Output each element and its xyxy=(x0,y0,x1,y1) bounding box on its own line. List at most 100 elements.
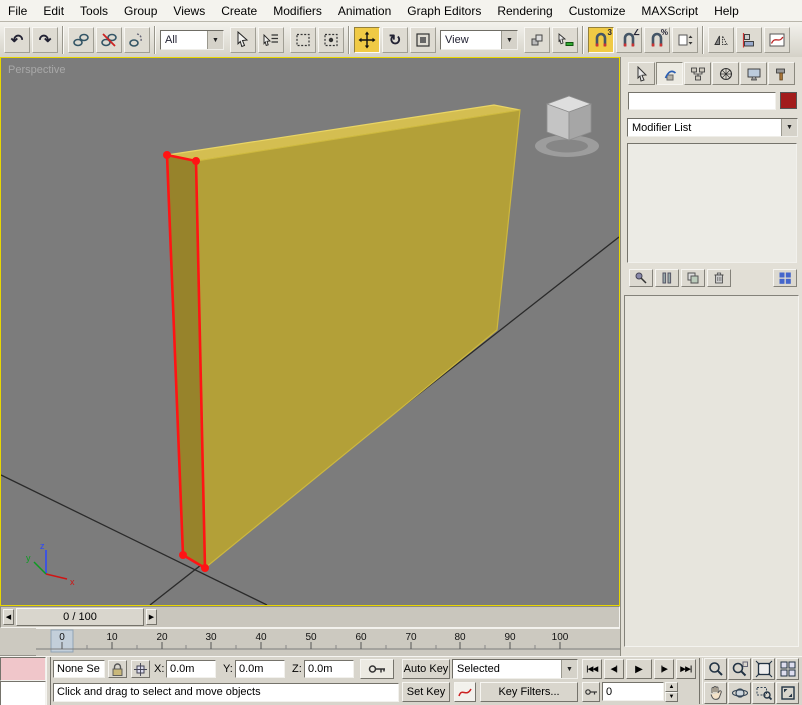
mirror-button[interactable] xyxy=(708,27,734,53)
time-slider-next-button[interactable]: ▶ xyxy=(146,609,157,625)
zoom-all-button[interactable] xyxy=(728,658,751,680)
rectangular-selection-region-button[interactable] xyxy=(290,27,316,53)
tab-hierarchy[interactable] xyxy=(684,62,711,85)
maximize-viewport-toggle[interactable] xyxy=(776,682,799,704)
viewport-perspective[interactable]: z y x Perspective xyxy=(0,57,620,606)
object-color-swatch[interactable] xyxy=(780,92,797,109)
use-pivot-point-center-button[interactable] xyxy=(524,27,550,53)
goto-end-button[interactable]: ▶▶| xyxy=(676,659,696,679)
chevron-down-icon[interactable]: ▼ xyxy=(781,119,797,136)
select-and-move-button[interactable] xyxy=(354,27,380,53)
remove-modifier-button[interactable] xyxy=(707,269,731,287)
menu-modifiers[interactable]: Modifiers xyxy=(265,2,330,20)
menu-tools[interactable]: Tools xyxy=(72,2,116,20)
time-slider-prev-button[interactable]: ◀ xyxy=(3,609,14,625)
rollout-area xyxy=(624,295,799,647)
viewport-label[interactable]: Perspective xyxy=(8,64,65,76)
set-keys-button[interactable] xyxy=(360,659,394,679)
selection-filter-dropdown[interactable]: All▼ xyxy=(160,30,224,50)
y-coordinate-field[interactable] xyxy=(235,660,285,678)
track-bar[interactable]: 0 10 20 30 40 50 60 70 80 90 100 xyxy=(0,628,620,656)
time-slider-track[interactable]: ◀ 0 / 100 ▶ xyxy=(0,606,620,628)
angle-snap-toggle-button[interactable]: ∠ xyxy=(616,27,642,53)
menu-graph-editors[interactable]: Graph Editors xyxy=(399,2,489,20)
menu-edit[interactable]: Edit xyxy=(35,2,72,20)
menu-animation[interactable]: Animation xyxy=(330,2,399,20)
ruler-tick-label: 10 xyxy=(106,632,118,643)
undo-button[interactable]: ↶ xyxy=(4,27,30,53)
x-coordinate-field[interactable] xyxy=(166,660,216,678)
play-button[interactable]: ▶ xyxy=(626,659,652,679)
select-and-link-button[interactable] xyxy=(68,27,94,53)
pan-view-button[interactable] xyxy=(704,682,727,704)
menu-rendering[interactable]: Rendering xyxy=(489,2,560,20)
set-key-button[interactable]: Set Key xyxy=(402,682,450,702)
configure-modifier-sets-button[interactable] xyxy=(773,269,797,287)
auto-key-button[interactable]: Auto Key xyxy=(402,659,450,679)
select-object-button[interactable] xyxy=(230,27,256,53)
previous-frame-button[interactable]: ◀| xyxy=(604,659,624,679)
zoom-button[interactable] xyxy=(704,658,727,680)
next-frame-button[interactable]: |▶ xyxy=(654,659,674,679)
zoom-region-button[interactable] xyxy=(752,682,775,704)
tab-utilities[interactable] xyxy=(768,62,795,85)
move-icon xyxy=(358,31,376,49)
object-name-field[interactable] xyxy=(628,92,776,110)
ruler-tick-label: 90 xyxy=(504,632,516,643)
make-unique-button[interactable] xyxy=(681,269,705,287)
named-selection-set-field[interactable] xyxy=(53,660,105,678)
tab-display[interactable] xyxy=(740,62,767,85)
tab-motion[interactable] xyxy=(712,62,739,85)
menu-help[interactable]: Help xyxy=(706,2,747,20)
modifier-stack-list[interactable] xyxy=(627,143,797,263)
menu-customize[interactable]: Customize xyxy=(561,2,634,20)
zoom-extents-all-button[interactable] xyxy=(776,658,799,680)
z-coordinate-field[interactable] xyxy=(304,660,354,678)
window-crossing-toggle-button[interactable] xyxy=(318,27,344,53)
zoom-extents-button[interactable] xyxy=(752,658,775,680)
bind-to-space-warp-button[interactable] xyxy=(124,27,150,53)
absolute-offset-mode-toggle[interactable] xyxy=(131,660,150,678)
menu-views[interactable]: Views xyxy=(165,2,213,20)
curve-editor-button[interactable] xyxy=(764,27,790,53)
default-in-out-tangents-button[interactable] xyxy=(454,682,476,702)
select-and-manipulate-button[interactable] xyxy=(552,27,578,53)
orbit-view-button[interactable] xyxy=(728,682,751,704)
selection-lock-toggle[interactable] xyxy=(108,660,127,678)
modifier-list-dropdown[interactable]: Modifier List▼ xyxy=(627,118,798,137)
chevron-down-icon[interactable]: ▼ xyxy=(561,660,577,678)
redo-button[interactable]: ↷ xyxy=(32,27,58,53)
tab-create[interactable] xyxy=(628,62,655,85)
chevron-down-icon[interactable]: ▼ xyxy=(207,31,223,49)
menu-file[interactable]: File xyxy=(0,2,35,20)
track-bar-ruler[interactable]: 0 10 20 30 40 50 60 70 80 90 100 xyxy=(36,628,620,656)
select-by-name-button[interactable] xyxy=(258,27,284,53)
unlink-selection-button[interactable] xyxy=(96,27,122,53)
listener-splitter[interactable] xyxy=(46,657,51,705)
select-and-rotate-button[interactable]: ↻ xyxy=(382,27,408,53)
select-and-scale-button[interactable] xyxy=(410,27,436,53)
menu-create[interactable]: Create xyxy=(213,2,265,20)
show-end-result-button[interactable] xyxy=(655,269,679,287)
frame-spinner-up[interactable]: ▲ xyxy=(665,682,678,692)
chevron-down-icon[interactable]: ▼ xyxy=(501,31,517,49)
maxscript-mini-listener-white[interactable] xyxy=(0,681,46,705)
menu-maxscript[interactable]: MAXScript xyxy=(633,2,706,20)
viewport-canvas[interactable]: z y x Perspective xyxy=(1,58,619,605)
pin-stack-button[interactable] xyxy=(629,269,653,287)
align-button[interactable] xyxy=(736,27,762,53)
percent-snap-toggle-button[interactable]: % xyxy=(644,27,670,53)
key-filters-button[interactable]: Key Filters... xyxy=(480,682,578,702)
key-mode-toggle-button[interactable] xyxy=(582,682,600,702)
goto-start-button[interactable]: |◀◀ xyxy=(582,659,602,679)
key-mode-dropdown[interactable]: Selected▼ xyxy=(452,659,578,679)
spinner-snap-toggle-button[interactable] xyxy=(672,27,698,53)
frame-spinner-down[interactable]: ▼ xyxy=(665,692,678,702)
reference-coordinate-system-dropdown[interactable]: View▼ xyxy=(440,30,518,50)
menu-group[interactable]: Group xyxy=(116,2,165,20)
time-slider-handle[interactable]: 0 / 100 xyxy=(16,608,144,626)
tab-modify[interactable] xyxy=(656,62,683,85)
maxscript-mini-listener-pink[interactable] xyxy=(0,657,46,681)
current-frame-field[interactable] xyxy=(602,682,664,701)
snap-toggle-3d-button[interactable]: 3 xyxy=(588,27,614,53)
